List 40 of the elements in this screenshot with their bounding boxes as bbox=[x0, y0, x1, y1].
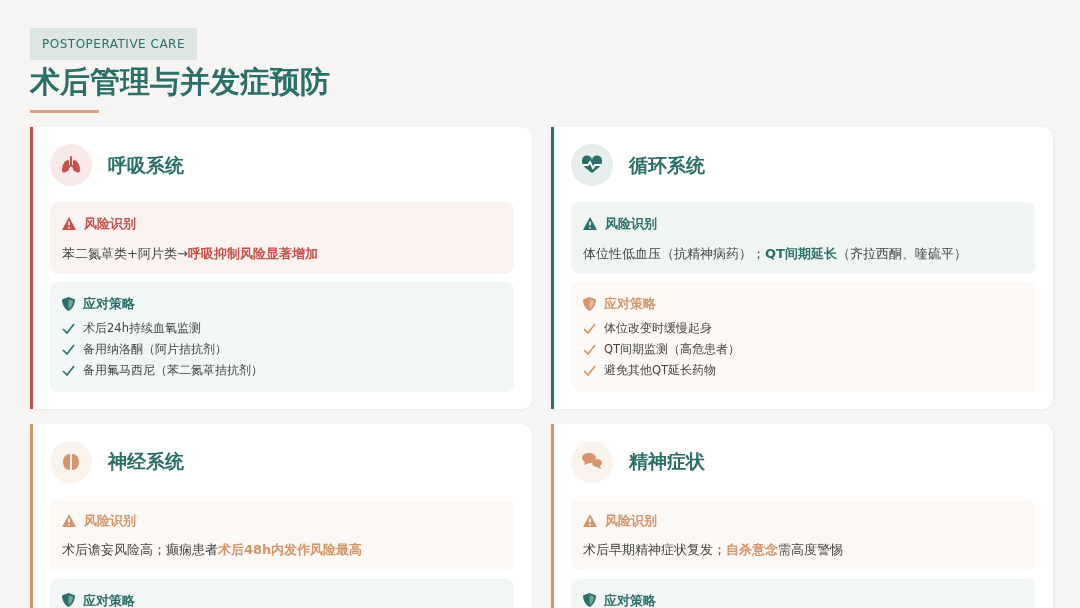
warning-icon bbox=[583, 513, 597, 527]
strategy-heading: 应对策略 bbox=[83, 591, 135, 608]
check-icon bbox=[583, 364, 596, 376]
warning-icon bbox=[62, 513, 76, 527]
card-title: 神经系统 bbox=[108, 449, 184, 475]
risk-text: 苯二氮䓬类+阿片类→呼吸抑制风险显著增加 bbox=[62, 244, 319, 263]
strategy-item: 备用纳洛酮（阿片拮抗剂） bbox=[83, 340, 227, 358]
check-icon bbox=[62, 364, 75, 376]
card-title: 呼吸系统 bbox=[108, 152, 184, 178]
risk-text: 术后早期精神症状复发；自杀意念需高度警惕 bbox=[583, 541, 844, 559]
check-icon bbox=[62, 343, 75, 355]
card-title: 精神症状 bbox=[629, 449, 705, 475]
risk-heading: 风险识别 bbox=[84, 215, 136, 233]
risk-heading: 风险识别 bbox=[605, 215, 657, 233]
strategy-item: QT间期监测（高危患者） bbox=[604, 340, 741, 358]
risk-text: 体位性低血压（抗精神病药）；QT间期延长（齐拉西酮、喹硫平） bbox=[583, 244, 968, 263]
section-tag: POSTOPERATIVE CARE bbox=[30, 28, 197, 60]
warning-icon bbox=[583, 217, 597, 231]
strategy-item: 避免其他QT延长药物 bbox=[604, 361, 717, 379]
strategy-heading: 应对策略 bbox=[83, 295, 135, 313]
strategy-heading: 应对策略 bbox=[604, 591, 656, 608]
risk-text: 术后谵妄风险高；癫痫患者术后48h内发作风险最高 bbox=[62, 541, 364, 559]
shield-icon bbox=[583, 296, 596, 311]
strategy-heading: 应对策略 bbox=[604, 295, 656, 313]
check-icon bbox=[583, 343, 596, 355]
heart-pulse-icon bbox=[581, 154, 603, 176]
page-title: 术后管理与并发症预防 bbox=[30, 64, 331, 100]
risk-heading: 风险识别 bbox=[84, 511, 136, 530]
strategy-item: 体位改变时缓慢起身 bbox=[604, 319, 712, 337]
risk-heading: 风险识别 bbox=[605, 511, 657, 530]
shield-icon bbox=[62, 593, 75, 608]
strategy-item: 备用氟马西尼（苯二氮䓬拮抗剂） bbox=[83, 361, 263, 379]
check-icon bbox=[583, 322, 596, 334]
card-title: 循环系统 bbox=[629, 152, 705, 178]
warning-icon bbox=[62, 217, 76, 231]
shield-icon bbox=[583, 593, 596, 608]
strategy-item: 术后24h持续血氧监测 bbox=[83, 319, 201, 337]
shield-icon bbox=[62, 296, 75, 311]
title-underline bbox=[30, 110, 99, 113]
check-icon bbox=[62, 322, 75, 334]
